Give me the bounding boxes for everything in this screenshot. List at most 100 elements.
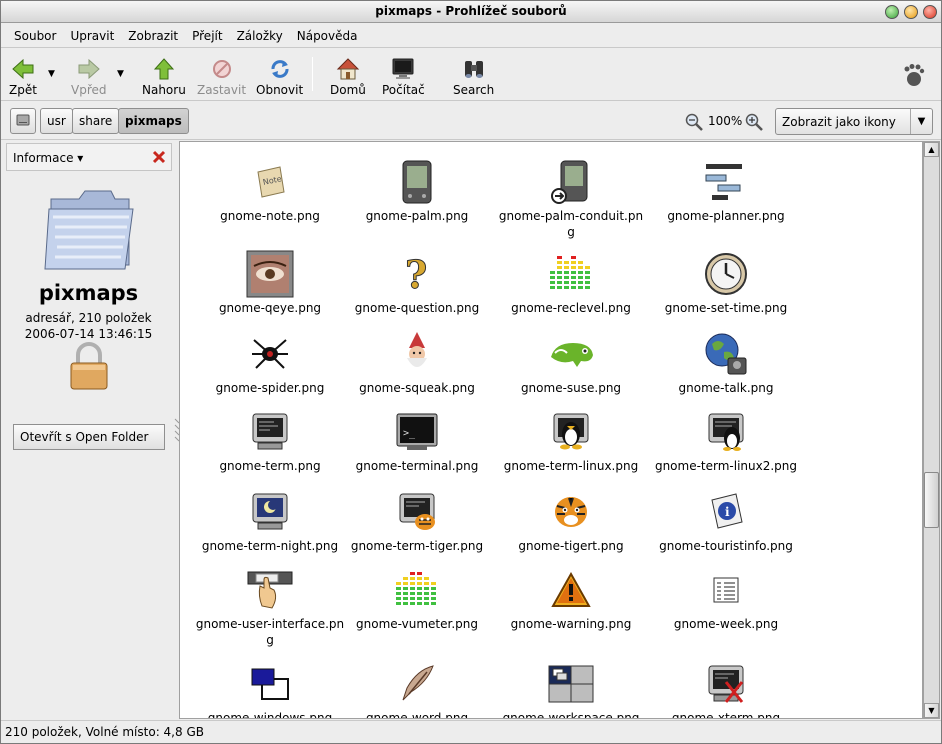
minimize-button[interactable]: [885, 5, 899, 19]
home-icon: [336, 57, 360, 81]
root-crumb-button[interactable]: [10, 108, 36, 134]
open-with-button[interactable]: Otevřít s Open Folder: [13, 424, 165, 450]
hard-disk-icon: [15, 112, 31, 131]
terminal-monitor-icon: [246, 408, 294, 456]
file-item[interactable]: gnome-talk.png: [648, 330, 804, 396]
suse-chameleon-icon: [547, 330, 595, 378]
file-item[interactable]: gnome-user-interface.png: [192, 566, 348, 648]
workspace-icon: [547, 660, 595, 708]
file-item[interactable]: gnome-tigert.png: [493, 488, 649, 554]
file-item[interactable]: gnome-warning.png: [493, 566, 649, 632]
tux-terminal-2-icon: [702, 408, 750, 456]
file-item[interactable]: gnome-spider.png: [192, 330, 348, 396]
file-item[interactable]: gnome-term-linux.png: [493, 408, 649, 474]
folder-name: pixmaps: [38, 281, 139, 305]
terminal-icon: >_: [393, 408, 441, 456]
tourist-info-icon: i: [702, 488, 750, 536]
back-history-dropdown-icon[interactable]: ▼: [48, 69, 55, 79]
lock-icon: [69, 341, 109, 391]
view-mode-select[interactable]: Zobrazit jako ikony ▼: [775, 108, 933, 135]
zoom-level[interactable]: 100%: [708, 114, 742, 128]
file-item[interactable]: gnome-term-tiger.png: [339, 488, 495, 554]
reload-button[interactable]: Obnovit: [256, 53, 303, 97]
file-item[interactable]: gnome-term-linux2.png: [648, 408, 804, 474]
week-calendar-icon: [702, 566, 750, 614]
user-interface-icon: [246, 566, 294, 614]
crumb-pixmaps[interactable]: pixmaps: [118, 108, 189, 134]
binoculars-icon: [462, 57, 486, 81]
status-bar: 210 položek, Volné místo: 4,8 GB: [1, 720, 941, 743]
palm-conduit-icon: [547, 158, 595, 206]
file-item[interactable]: gnome-term.png: [192, 408, 348, 474]
word-quill-icon: [393, 660, 441, 708]
file-item[interactable]: ? gnome-question.png: [339, 250, 495, 316]
planner-icon: [702, 158, 750, 206]
scrollbar-thumb[interactable]: [924, 472, 939, 528]
palm-icon: [393, 158, 441, 206]
computer-button[interactable]: Počítač: [382, 53, 425, 97]
menu-zalozky[interactable]: Záložky: [230, 29, 290, 43]
computer-icon: [391, 57, 415, 81]
vertical-scrollbar[interactable]: ▲ ▼: [923, 141, 940, 719]
clock-icon: [702, 250, 750, 298]
close-icon[interactable]: [152, 150, 166, 164]
window-title: pixmaps - Prohlížeč souborů: [375, 4, 567, 18]
sidebar-panel-select[interactable]: Informace ▾: [13, 151, 83, 165]
file-item[interactable]: gnome-windows.png: [192, 660, 348, 718]
zoom-in-icon[interactable]: [744, 112, 764, 132]
crumb-usr[interactable]: usr: [40, 108, 73, 134]
vumeter-icon: [393, 566, 441, 614]
file-item[interactable]: gnome-reclevel.png: [493, 250, 649, 316]
file-item[interactable]: gnome-week.png: [648, 566, 804, 632]
scroll-down-icon[interactable]: ▼: [924, 703, 939, 718]
chevron-down-icon: ▼: [910, 109, 932, 134]
forward-button[interactable]: Vpřed: [71, 53, 107, 97]
title-bar[interactable]: pixmaps - Prohlížeč souborů: [1, 1, 941, 23]
crumb-share[interactable]: share: [72, 108, 120, 134]
menu-bar: Soubor Upravit Zobrazit Přejít Záložky N…: [1, 24, 941, 48]
file-icon-view[interactable]: Note gnome-note.png gnome-palm.png gnome…: [179, 141, 923, 719]
file-item[interactable]: gnome-palm.png: [339, 158, 495, 224]
close-window-button[interactable]: [923, 5, 937, 19]
menu-napoveda[interactable]: Nápověda: [290, 29, 365, 43]
file-item[interactable]: >_ gnome-terminal.png: [339, 408, 495, 474]
windows-icon: [246, 660, 294, 708]
folder-icon: [41, 185, 139, 273]
file-item[interactable]: gnome-qeye.png: [192, 250, 348, 316]
file-item[interactable]: gnome-xterm.png: [648, 660, 804, 718]
search-button[interactable]: Search: [453, 53, 494, 97]
file-item[interactable]: gnome-palm-conduit.png: [493, 158, 649, 240]
view-mode-value: Zobrazit jako ikony: [782, 114, 896, 129]
xterm-icon: [702, 660, 750, 708]
location-bar: usr share pixmaps 100% Zobrazit jako iko…: [1, 102, 941, 140]
talk-globe-icon: [702, 330, 750, 378]
file-item[interactable]: gnome-planner.png: [648, 158, 804, 224]
menu-upravit[interactable]: Upravit: [63, 29, 121, 43]
stop-button[interactable]: Zastavit: [197, 53, 246, 97]
warning-icon: [547, 566, 595, 614]
back-button[interactable]: Zpět: [9, 53, 37, 97]
gnome-foot-icon: [903, 63, 925, 87]
file-item[interactable]: i gnome-touristinfo.png: [648, 488, 804, 554]
zoom-out-icon[interactable]: [684, 112, 704, 132]
file-item[interactable]: Note gnome-note.png: [192, 158, 348, 224]
file-item[interactable]: gnome-workspace.png: [493, 660, 649, 718]
home-button[interactable]: Domů: [330, 53, 366, 97]
back-arrow-icon: [11, 57, 35, 81]
sidebar: Informace ▾ pixmaps adresář, 210 položek…: [3, 141, 180, 718]
scroll-up-icon[interactable]: ▲: [924, 142, 939, 157]
file-item[interactable]: gnome-word.png: [339, 660, 495, 718]
file-item[interactable]: gnome-squeak.png: [339, 330, 495, 396]
file-browser-window: pixmaps - Prohlížeč souborů Soubor Uprav…: [0, 0, 942, 744]
file-item[interactable]: gnome-term-night.png: [192, 488, 348, 554]
file-item[interactable]: gnome-vumeter.png: [339, 566, 495, 632]
file-item[interactable]: gnome-set-time.png: [648, 250, 804, 316]
file-item[interactable]: gnome-suse.png: [493, 330, 649, 396]
forward-history-dropdown-icon[interactable]: ▼: [117, 69, 124, 79]
sidebar-header: Informace ▾: [6, 143, 172, 171]
menu-prejit[interactable]: Přejít: [185, 29, 229, 43]
menu-soubor[interactable]: Soubor: [7, 29, 63, 43]
up-button[interactable]: Nahoru: [142, 53, 186, 97]
maximize-button[interactable]: [904, 5, 918, 19]
menu-zobrazit[interactable]: Zobrazit: [121, 29, 185, 43]
